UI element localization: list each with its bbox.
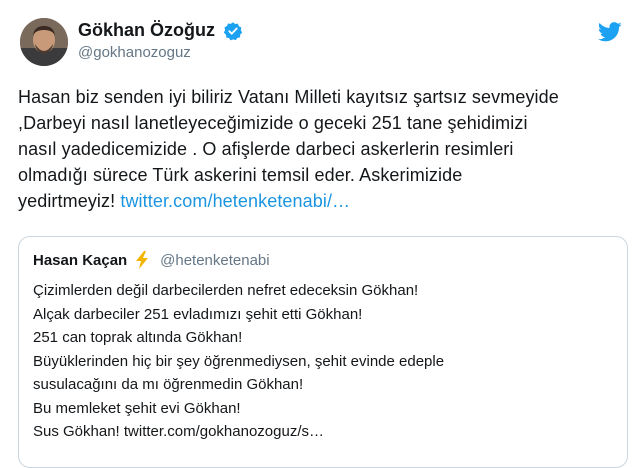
quoted-tweet-header: Hasan Kaçan @hetenketenabi [33,251,270,269]
tweet-body: Hasan biz senden iyi biliriz Vatanı Mill… [18,84,628,214]
quoted-text-line: susulacağını da mı öğrenmedin Gökhan! [33,376,304,393]
tweet-text-line: Hasan biz senden iyi biliriz Vatanı Mill… [18,87,559,107]
quoted-text-line: Büyüklerinden hiç bir şey öğrenmediysen,… [33,352,445,370]
tweet-text-line-last: yedirtmeyiz! twitter.com/hetenketenabi/… [18,188,628,214]
twitter-bird-icon[interactable] [598,22,622,42]
tweet-header: Gökhan Özoğuz @gokhanozoguz [16,14,624,70]
quoted-text-line: Alçak darbeciler 251 evladımızı şehit et… [33,305,363,323]
author-info: Gökhan Özoğuz @gokhanozoguz [78,20,243,61]
tweet-text-line: nasıl yadedicemizide . O afişlerde darbe… [18,139,514,159]
lightning-bolt-icon [135,251,148,269]
quoted-tweet-body: Çizimlerden değil darbecilerden nefret e… [33,279,444,444]
avatar-photo-icon [20,18,68,66]
quoted-author-name: Hasan Kaçan [33,251,128,269]
avatar[interactable] [20,18,68,66]
quoted-text-line: Sus Gökhan! twitter.com/gokhanozoguz/s… [33,423,324,440]
tweet-link[interactable]: twitter.com/hetenketenabi/… [120,191,350,211]
quoted-text-line: Çizimlerden değil darbecilerden nefret e… [33,282,419,299]
verified-badge-icon [224,21,243,40]
tweet-text-end: yedirtmeyiz! [18,191,116,211]
author-handle[interactable]: @gokhanozoguz [78,44,243,61]
author-display-name[interactable]: Gökhan Özoğuz [78,20,215,41]
tweet-text-line: ,Darbeyi nasıl lanetleyeceğimizide o gec… [18,113,528,133]
quoted-author-handle: @hetenketenabi [160,251,270,269]
quoted-tweet-card[interactable]: Hasan Kaçan @hetenketenabi Çizimlerden d… [18,236,628,468]
tweet-text-line: olmadığı sürece Türk askerini temsil ede… [18,165,463,185]
quoted-text-line: Bu memleket şehit evi Gökhan! [33,399,241,417]
quoted-text-line: 251 can toprak altında Gökhan! [33,329,243,346]
